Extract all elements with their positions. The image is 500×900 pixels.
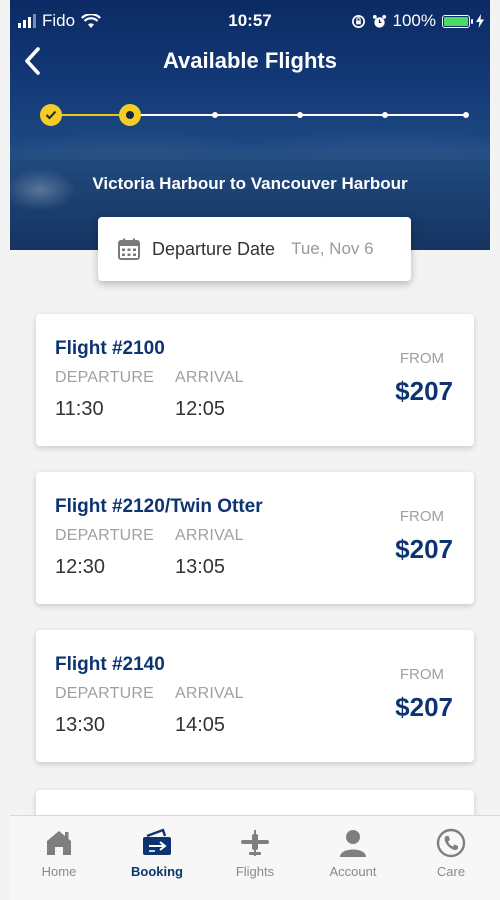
charging-icon xyxy=(476,14,484,28)
orientation-lock-icon xyxy=(351,14,365,28)
bottom-tab-bar: Home Booking Flights Account Care xyxy=(10,815,500,900)
flight-name: Flight #2120/Twin Otter xyxy=(55,496,263,517)
phone-icon xyxy=(436,828,466,858)
progress-step xyxy=(297,112,303,118)
arrival-time: 12:05 xyxy=(175,398,226,420)
booking-progress xyxy=(40,104,470,128)
arrival-time: 13:05 xyxy=(175,556,226,578)
tab-booking[interactable]: Booking xyxy=(108,816,206,900)
arrival-label: ARRIVAL xyxy=(175,685,244,702)
tab-flights-label: Flights xyxy=(235,864,275,879)
status-bar: Fido 10:57 100% xyxy=(10,8,490,34)
tab-flights[interactable]: Flights xyxy=(206,816,304,900)
battery-percent: 100% xyxy=(392,11,436,30)
tab-account[interactable]: Account xyxy=(304,816,402,900)
calendar-icon xyxy=(118,238,140,260)
tab-account-label: Account xyxy=(329,864,377,879)
route-label: Victoria Harbour to Vancouver Harbour xyxy=(92,174,408,193)
flight-name: Flight #2100 xyxy=(55,338,165,359)
arrival-label: ARRIVAL xyxy=(175,369,244,386)
flight-card[interactable]: Flight #2100 DEPARTURE ARRIVAL 11:30 12:… xyxy=(36,314,474,446)
flight-name: Flight #2140 xyxy=(55,654,165,675)
progress-step xyxy=(382,112,388,118)
tab-home-label: Home xyxy=(41,864,77,879)
flight-card[interactable]: Flight #2140 DEPARTURE ARRIVAL 13:30 14:… xyxy=(36,630,474,762)
price-from-label: FROM xyxy=(399,508,444,525)
tab-care[interactable]: Care xyxy=(402,816,500,900)
progress-step xyxy=(463,112,469,118)
page-title: Available Flights xyxy=(162,48,337,73)
departure-date-value: Tue, Nov 6 xyxy=(291,239,374,258)
price-from-label: FROM xyxy=(399,666,444,683)
departure-date-label: Departure Date xyxy=(152,238,276,259)
price-from-label: FROM xyxy=(399,350,444,367)
alarm-icon xyxy=(372,14,386,28)
flight-price: $207 xyxy=(395,692,453,722)
check-icon xyxy=(45,110,57,120)
departure-label: DEPARTURE xyxy=(55,685,155,702)
progress-step-current xyxy=(119,104,141,126)
flight-price: $207 xyxy=(395,534,453,564)
ticket-icon xyxy=(143,828,171,855)
home-icon xyxy=(47,831,71,855)
plane-icon xyxy=(241,830,269,856)
departure-time: 13:30 xyxy=(55,714,106,736)
tab-home[interactable]: Home xyxy=(10,816,108,900)
battery-icon xyxy=(442,14,473,28)
departure-label: DEPARTURE xyxy=(55,369,155,386)
flight-card[interactable]: Flight #2120/Twin Otter DEPARTURE ARRIVA… xyxy=(36,472,474,604)
tab-booking-label: Booking xyxy=(131,864,183,879)
departure-time: 11:30 xyxy=(55,398,104,420)
arrival-time: 14:05 xyxy=(175,714,226,736)
departure-date-selector[interactable]: Departure Date Tue, Nov 6 xyxy=(98,217,411,281)
tab-care-label: Care xyxy=(436,864,466,879)
arrival-label: ARRIVAL xyxy=(175,527,244,544)
user-icon xyxy=(340,830,366,857)
flight-price: $207 xyxy=(395,376,453,406)
progress-step-complete xyxy=(40,104,62,126)
progress-step xyxy=(212,112,218,118)
departure-label: DEPARTURE xyxy=(55,527,155,544)
departure-time: 12:30 xyxy=(55,556,106,578)
